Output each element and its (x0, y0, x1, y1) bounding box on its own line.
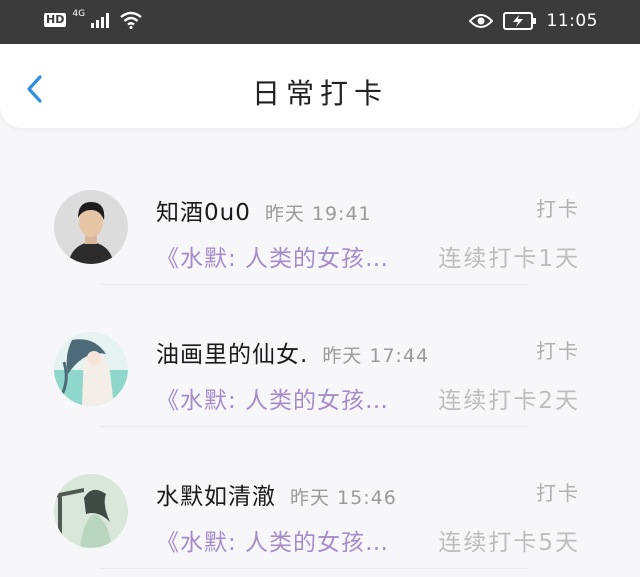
avatar[interactable] (54, 190, 128, 264)
checkin-label: 打卡 (536, 197, 580, 221)
user-name: 油画里的仙女. (156, 342, 309, 368)
divider (100, 284, 528, 285)
list-item[interactable]: 知酒0u0 昨天 19:41 打卡 《水默: 人类的女孩… 连续打卡1天 (0, 145, 640, 287)
avatar[interactable] (54, 332, 128, 406)
checkin-time: 昨天 17:44 (322, 345, 430, 367)
wifi-icon (120, 11, 142, 29)
book-link[interactable]: 《水默: 人类的女孩… (156, 239, 389, 273)
signal-icon (91, 13, 110, 28)
hd-icon: HD (44, 13, 67, 27)
page-title: 日常打卡 (251, 77, 388, 110)
network-label: 4G (72, 9, 86, 19)
list-item[interactable]: 水默如清澈 昨天 15:46 打卡 《水默: 人类的女孩… 连续打卡5天 (0, 429, 640, 571)
nav-header: 日常打卡 (0, 44, 640, 128)
checkin-time: 昨天 15:46 (290, 487, 397, 509)
status-bar: HD 4G 11:05 (0, 0, 640, 44)
status-left: HD 4G (44, 9, 143, 29)
avatar[interactable] (54, 474, 128, 548)
eye-icon (468, 14, 493, 28)
clock: 11:05 (546, 11, 598, 31)
status-right: 11:05 (468, 11, 599, 31)
book-link[interactable]: 《水默: 人类的女孩… (156, 381, 389, 415)
list-item[interactable]: 油画里的仙女. 昨天 17:44 打卡 《水默: 人类的女孩… 连续打卡2天 (0, 287, 640, 429)
checkin-label: 打卡 (536, 339, 580, 363)
checkin-time: 昨天 19:41 (264, 203, 372, 225)
streak-text: 连续打卡5天 (438, 530, 580, 556)
battery-icon (502, 12, 536, 30)
checkin-list: 知酒0u0 昨天 19:41 打卡 《水默: 人类的女孩… 连续打卡1天 油画里… (0, 145, 640, 571)
book-link[interactable]: 《水默: 人类的女孩… (156, 523, 389, 557)
streak-text: 连续打卡1天 (438, 246, 580, 272)
user-name: 知酒0u0 (156, 200, 251, 226)
checkin-label: 打卡 (536, 481, 580, 505)
divider (100, 426, 528, 427)
streak-text: 连续打卡2天 (438, 388, 580, 414)
divider (100, 568, 528, 569)
user-name: 水默如清澈 (156, 484, 276, 510)
